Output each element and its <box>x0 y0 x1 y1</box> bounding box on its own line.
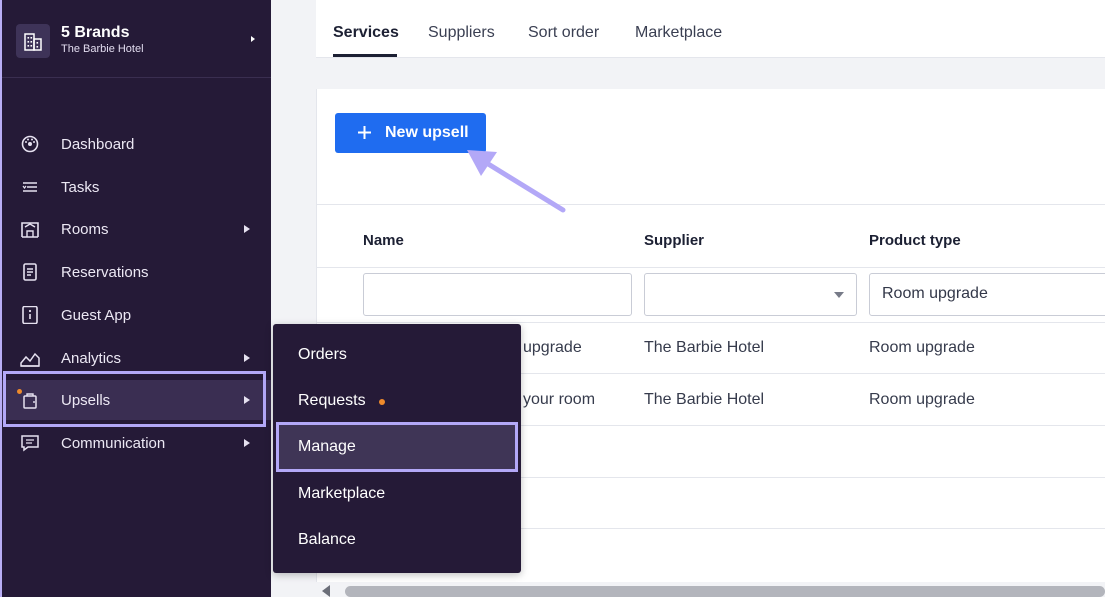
plus-icon <box>358 126 371 139</box>
dashboard-icon <box>21 135 39 153</box>
submenu-item-marketplace[interactable]: Marketplace <box>298 485 385 503</box>
chevron-right-icon <box>244 225 250 233</box>
column-header-supplier[interactable]: Supplier <box>644 232 704 249</box>
cell-name: upgrade <box>523 339 582 356</box>
chevron-right-icon <box>244 439 250 447</box>
upsells-icon <box>23 393 37 409</box>
communication-icon <box>21 435 39 452</box>
supplier-filter-select[interactable] <box>644 273 857 316</box>
tab-suppliers[interactable]: Suppliers <box>428 24 495 42</box>
submenu-item-orders[interactable]: Orders <box>298 346 347 364</box>
sidebar-item-label: Tasks <box>61 178 100 196</box>
sidebar-item-label: Communication <box>61 434 166 452</box>
scrollbar-thumb[interactable] <box>345 586 1105 597</box>
building-icon <box>16 24 50 58</box>
rooms-icon <box>21 222 39 238</box>
tabs-bar: Services Suppliers Sort order Marketplac… <box>316 0 1105 58</box>
scroll-left-icon[interactable] <box>322 585 330 597</box>
sidebar-item-label: Dashboard <box>61 135 135 153</box>
divider <box>317 322 1105 323</box>
sidebar-item-upsells[interactable]: Upsells <box>2 380 271 420</box>
tab-marketplace[interactable]: Marketplace <box>635 24 722 42</box>
sidebar-item-tasks[interactable]: Tasks <box>2 167 271 207</box>
cell-name: your room <box>523 391 596 408</box>
tab-sort-order[interactable]: Sort order <box>528 24 599 42</box>
notification-dot-icon <box>379 399 385 405</box>
name-filter-input[interactable] <box>363 273 632 316</box>
guest-app-icon <box>22 306 38 324</box>
column-header-product-type[interactable]: Product type <box>869 232 961 249</box>
submenu-item-manage[interactable]: Manage <box>298 438 356 456</box>
sidebar-item-guest-app[interactable]: Guest App <box>2 295 271 335</box>
new-upsell-button[interactable]: New upsell <box>335 113 486 153</box>
brand-switcher[interactable]: 5 Brands The Barbie Hotel <box>2 0 271 78</box>
tab-services[interactable]: Services <box>333 24 399 42</box>
submenu-item-balance[interactable]: Balance <box>298 531 356 549</box>
active-tab-indicator <box>333 54 397 57</box>
submenu-item-requests[interactable]: Requests <box>298 392 366 410</box>
reservations-icon <box>23 263 37 281</box>
sidebar-item-rooms[interactable]: Rooms <box>2 209 271 249</box>
sidebar-item-communication[interactable]: Communication <box>2 423 271 463</box>
analytics-icon <box>20 352 40 367</box>
cell-supplier: The Barbie Hotel <box>644 391 765 408</box>
sidebar-item-label: Upsells <box>61 391 111 409</box>
divider <box>317 267 1105 268</box>
chevron-right-icon <box>244 354 250 362</box>
sidebar: 5 Brands The Barbie Hotel Dashboard Task… <box>0 0 271 597</box>
divider <box>317 204 1105 205</box>
tasks-icon <box>22 182 37 192</box>
new-upsell-label: New upsell <box>385 124 469 141</box>
chevron-right-icon <box>244 396 250 404</box>
cell-product-type: Room upgrade <box>869 391 975 408</box>
chevron-right-icon <box>251 36 255 42</box>
sidebar-item-label: Reservations <box>61 263 149 281</box>
brand-subtitle: The Barbie Hotel <box>61 43 144 55</box>
chevron-down-icon <box>834 292 844 298</box>
cell-product-type: Room upgrade <box>869 339 975 356</box>
brand-title: 5 Brands <box>61 24 130 41</box>
sidebar-item-label: Analytics <box>61 349 122 367</box>
sidebar-item-reservations[interactable]: Reservations <box>2 252 271 292</box>
upsells-submenu: Orders Requests Manage Marketplace Balan… <box>273 324 521 573</box>
sidebar-item-dashboard[interactable]: Dashboard <box>2 124 271 164</box>
sidebar-item-label: Rooms <box>61 220 109 238</box>
sidebar-item-analytics[interactable]: Analytics <box>2 338 271 378</box>
column-header-name[interactable]: Name <box>363 232 404 249</box>
notification-dot-icon <box>17 389 22 394</box>
sidebar-item-label: Guest App <box>61 306 132 324</box>
cell-supplier: The Barbie Hotel <box>644 339 765 356</box>
product-type-filter-select[interactable]: Room upgrade <box>869 273 1105 316</box>
